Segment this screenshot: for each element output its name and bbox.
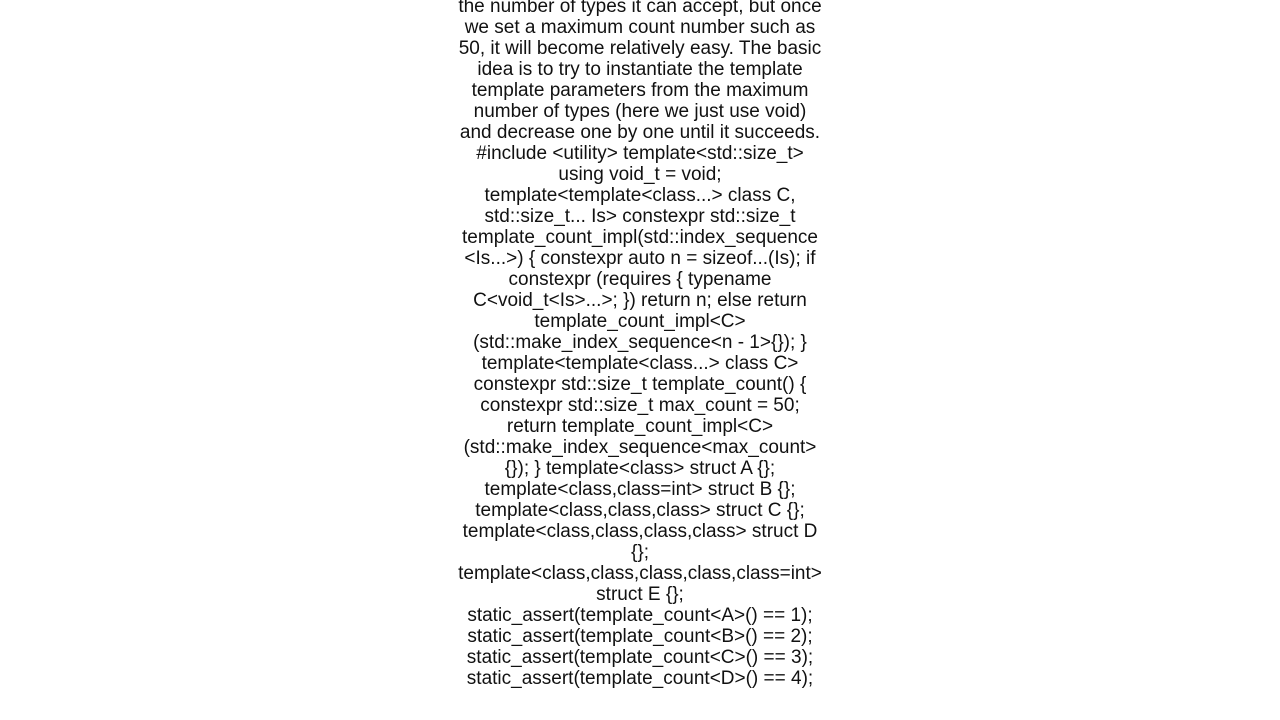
body-text: the number of types it can accept, but o… [458, 0, 822, 689]
document-content: the number of types it can accept, but o… [458, 0, 822, 689]
